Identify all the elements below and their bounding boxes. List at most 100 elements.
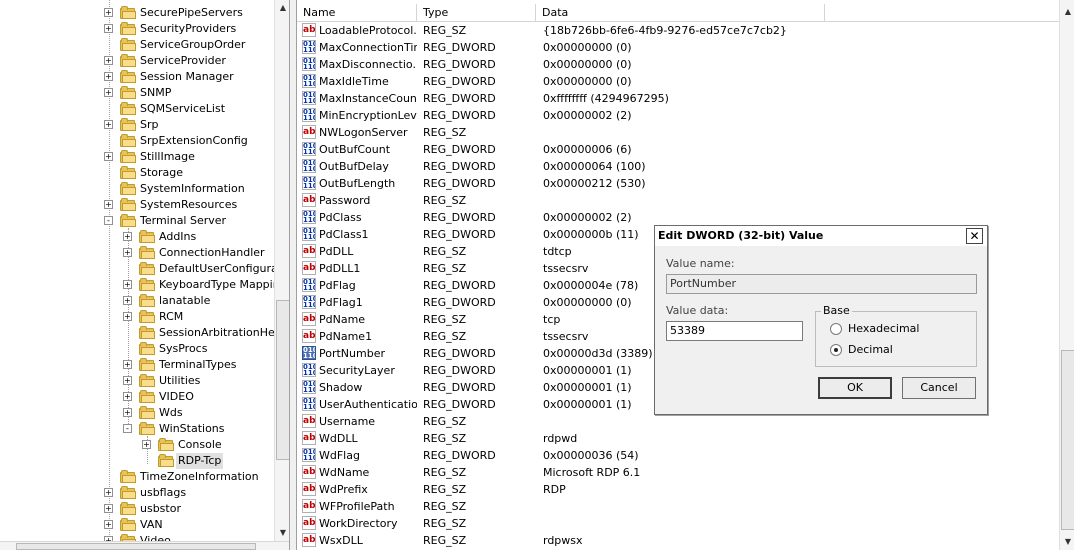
value-row[interactable]: ab Password REG_SZ: [297, 192, 1059, 209]
tree-item[interactable]: + Session Manager: [0, 69, 274, 85]
tree-item-label[interactable]: AddIns: [157, 229, 198, 245]
expand-icon[interactable]: +: [104, 88, 113, 97]
value-row[interactable]: 010110MaxInstanceCount REG_DWORD 0xfffffff…: [297, 90, 1059, 107]
tree-item-label[interactable]: VAN: [138, 517, 165, 533]
value-row[interactable]: ab WFProfilePath REG_SZ: [297, 498, 1059, 515]
tree-item-label[interactable]: TimeZoneInformation: [138, 469, 261, 485]
tree-item-label[interactable]: StillImage: [138, 149, 197, 165]
tree-item[interactable]: + TerminalTypes: [0, 357, 274, 373]
tree-item-label[interactable]: SysProcs: [157, 341, 209, 357]
tree-item[interactable]: + Wds: [0, 405, 274, 421]
tree-item-label[interactable]: ServiceProvider: [138, 53, 228, 69]
tree-item-label[interactable]: SecurePipeServers: [138, 5, 245, 21]
tree-item-label[interactable]: Video: [138, 533, 173, 541]
decimal-radio-label[interactable]: Decimal: [848, 343, 893, 356]
expand-icon[interactable]: +: [123, 360, 132, 369]
value-row[interactable]: ab WdName REG_SZ Microsoft RDP 6.1: [297, 464, 1059, 481]
expand-icon[interactable]: +: [104, 56, 113, 65]
value-row[interactable]: 010110OutBufDelay REG_DWORD 0x00000064 (10…: [297, 158, 1059, 175]
value-row[interactable]: 010110MaxConnectionTime REG_DWORD 0x000000…: [297, 39, 1059, 56]
tree-item-label[interactable]: Storage: [138, 165, 185, 181]
tree-item[interactable]: + SNMP: [0, 85, 274, 101]
tree-item[interactable]: SQMServiceList: [0, 101, 274, 117]
value-row[interactable]: 010110MaxDisconnectio... REG_DWORD 0x00000…: [297, 56, 1059, 73]
expand-icon[interactable]: +: [142, 440, 151, 449]
scroll-down-arrow-icon[interactable]: ▼: [275, 525, 289, 541]
expand-icon[interactable]: +: [104, 520, 113, 529]
tree-item-label[interactable]: Wds: [157, 405, 185, 421]
tree-item[interactable]: - WinStations: [0, 421, 274, 437]
registry-tree[interactable]: + SecurePipeServers + SecurityProviders Serv…: [0, 0, 274, 541]
value-row[interactable]: 010110MinEncryptionLevel REG_DWORD 0x00000…: [297, 107, 1059, 124]
value-row[interactable]: ab Username REG_SZ: [297, 413, 1059, 430]
scroll-up-arrow-icon[interactable]: ▲: [1060, 4, 1074, 20]
tree-item[interactable]: + RCM: [0, 309, 274, 325]
expand-icon[interactable]: +: [123, 296, 132, 305]
tree-item-label[interactable]: Console: [176, 437, 224, 453]
value-row[interactable]: ab NWLogonServer REG_SZ: [297, 124, 1059, 141]
tree-item-label[interactable]: SessionArbitrationHelpe: [157, 325, 274, 341]
value-row[interactable]: ab WdDLL REG_SZ rdpwd: [297, 430, 1059, 447]
tree-item[interactable]: + VIDEO: [0, 389, 274, 405]
tree-item[interactable]: DefaultUserConfiguratio: [0, 261, 274, 277]
value-row[interactable]: ab LoadableProtocol... REG_SZ {18b726bb-6fe…: [297, 22, 1059, 39]
tree-item-label[interactable]: Terminal Server: [138, 213, 228, 229]
values-vertical-scrollbar[interactable]: ▲ ▼: [1059, 0, 1074, 550]
tree-item-label[interactable]: Session Manager: [138, 69, 236, 85]
tree-vertical-scrollbar[interactable]: ▲ ▼: [274, 0, 289, 541]
tree-item-label[interactable]: WinStations: [157, 421, 227, 437]
value-row[interactable]: 010110OutBufLength REG_DWORD 0x00000212 (5…: [297, 175, 1059, 192]
column-header-data[interactable]: Data: [536, 4, 825, 22]
tree-item-label[interactable]: DefaultUserConfiguratio: [157, 261, 274, 277]
tree-item-label[interactable]: SystemResources: [138, 197, 239, 213]
tree-item-label[interactable]: usbstor: [138, 501, 183, 517]
ok-button[interactable]: OK: [818, 377, 892, 399]
tree-item-label[interactable]: ServiceGroupOrder: [138, 37, 247, 53]
tree-item[interactable]: + Video: [0, 533, 274, 541]
tree-item[interactable]: SessionArbitrationHelpe: [0, 325, 274, 341]
decimal-radio[interactable]: [830, 344, 842, 356]
registry-tree-pane[interactable]: + SecurePipeServers + SecurityProviders Serv…: [0, 0, 290, 550]
collapse-icon[interactable]: -: [104, 216, 113, 225]
expand-icon[interactable]: +: [104, 200, 113, 209]
tree-item-label[interactable]: SNMP: [138, 85, 173, 101]
close-icon[interactable]: ✕: [966, 228, 983, 244]
tree-item-label[interactable]: KeyboardType Mapping: [157, 277, 274, 293]
tree-item[interactable]: ServiceGroupOrder: [0, 37, 274, 53]
tree-item[interactable]: TimeZoneInformation: [0, 469, 274, 485]
tree-item[interactable]: + KeyboardType Mapping: [0, 277, 274, 293]
tree-horizontal-scrollbar[interactable]: [0, 541, 289, 550]
expand-icon[interactable]: +: [123, 392, 132, 401]
value-row[interactable]: ab WdPrefix REG_SZ RDP: [297, 481, 1059, 498]
expand-icon[interactable]: +: [104, 488, 113, 497]
tree-item-label[interactable]: VIDEO: [157, 389, 196, 405]
tree-hscroll-thumb[interactable]: [16, 543, 256, 550]
tree-item-label[interactable]: SecurityProviders: [138, 21, 238, 37]
expand-icon[interactable]: +: [104, 24, 113, 33]
value-data-input[interactable]: 53389: [666, 321, 803, 341]
tree-item[interactable]: SrpExtensionConfig: [0, 133, 274, 149]
expand-icon[interactable]: +: [123, 312, 132, 321]
expand-icon[interactable]: +: [123, 280, 132, 289]
tree-item[interactable]: + SystemResources: [0, 197, 274, 213]
column-header-type[interactable]: Type: [417, 4, 536, 22]
tree-item[interactable]: + Console: [0, 437, 274, 453]
tree-item-label[interactable]: SQMServiceList: [138, 101, 227, 117]
tree-item-label[interactable]: usbflags: [138, 485, 188, 501]
tree-item-label[interactable]: SystemInformation: [138, 181, 247, 197]
expand-icon[interactable]: +: [104, 120, 113, 129]
cancel-button[interactable]: Cancel: [902, 377, 976, 399]
expand-icon[interactable]: +: [123, 248, 132, 257]
tree-item[interactable]: + AddIns: [0, 229, 274, 245]
tree-item[interactable]: + Srp: [0, 117, 274, 133]
tree-item-label[interactable]: SrpExtensionConfig: [138, 133, 250, 149]
scroll-up-arrow-icon[interactable]: ▲: [275, 0, 289, 16]
collapse-icon[interactable]: -: [123, 424, 132, 433]
value-row[interactable]: 010110MaxIdleTime REG_DWORD 0x00000000 (0): [297, 73, 1059, 90]
tree-item-label[interactable]: ConnectionHandler: [157, 245, 267, 261]
tree-item[interactable]: SysProcs: [0, 341, 274, 357]
tree-item[interactable]: + Utilities: [0, 373, 274, 389]
hexadecimal-radio[interactable]: [830, 323, 842, 335]
value-row[interactable]: 010110WdFlag REG_DWORD 0x00000036 (54): [297, 447, 1059, 464]
tree-item-label[interactable]: lanatable: [157, 293, 212, 309]
